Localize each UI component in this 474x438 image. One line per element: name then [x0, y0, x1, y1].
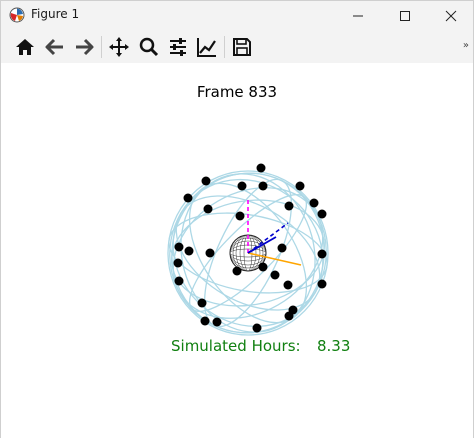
- back-button[interactable]: [41, 33, 69, 61]
- navigation-toolbar: »: [1, 30, 473, 64]
- satellite: [258, 181, 268, 191]
- simulated-hours-value: 8.33: [317, 337, 351, 355]
- toolbar-overflow-button[interactable]: »: [463, 40, 469, 51]
- satellite: [201, 176, 211, 186]
- satellite: [212, 317, 222, 327]
- window-title: Figure 1: [31, 7, 80, 21]
- toolbar-separator: [224, 36, 225, 58]
- satellite: [284, 201, 294, 211]
- sliders-icon: [167, 36, 189, 58]
- satellite: [232, 266, 242, 276]
- satellite: [256, 163, 266, 173]
- save-button[interactable]: [228, 33, 256, 61]
- satellite: [283, 280, 293, 290]
- satellite: [184, 246, 194, 256]
- arrow-right-icon: [73, 36, 95, 58]
- forward-button[interactable]: [70, 33, 98, 61]
- satellite: [309, 198, 319, 208]
- matplotlib-icon: [9, 7, 25, 23]
- satellite: [295, 181, 305, 191]
- satellite: [203, 204, 213, 214]
- satellite: [277, 243, 287, 253]
- toolbar-separator: [101, 36, 102, 58]
- figure-window: Figure 1 » Frame 833 Simulated Hours: 8.…: [0, 0, 474, 438]
- close-icon: [445, 10, 457, 22]
- minimize-button[interactable]: [335, 1, 381, 30]
- magnifier-icon: [138, 36, 160, 58]
- satellite: [235, 211, 245, 221]
- satellite: [205, 248, 215, 258]
- satellite: [173, 258, 183, 268]
- floppy-disk-icon: [231, 36, 253, 58]
- satellite: [174, 242, 184, 252]
- edit-axes-button[interactable]: [193, 33, 221, 61]
- maximize-button[interactable]: [382, 1, 428, 30]
- satellite: [317, 209, 327, 219]
- satellite: [197, 298, 207, 308]
- satellite: [317, 279, 327, 289]
- satellite: [174, 276, 184, 286]
- satellite: [237, 181, 247, 191]
- satellite: [258, 262, 268, 272]
- satellite: [200, 316, 210, 326]
- home-icon: [14, 36, 36, 58]
- home-button[interactable]: [11, 33, 39, 61]
- title-bar[interactable]: Figure 1: [1, 1, 473, 30]
- orbit-plot: [167, 163, 329, 336]
- zoom-button[interactable]: [135, 33, 163, 61]
- simulated-hours-label: Simulated Hours:: [171, 337, 301, 355]
- subplots-button[interactable]: [164, 33, 192, 61]
- line-chart-icon: [196, 36, 218, 58]
- move-icon: [108, 36, 130, 58]
- pan-button[interactable]: [105, 33, 133, 61]
- satellite: [183, 193, 193, 203]
- maximize-icon: [399, 10, 411, 22]
- satellite: [284, 311, 294, 321]
- frame-title: Frame 833: [196, 83, 278, 101]
- close-button[interactable]: [428, 1, 474, 30]
- figure-canvas[interactable]: Frame 833 Simulated Hours: 8.33: [1, 63, 473, 438]
- satellite: [270, 270, 280, 280]
- satellite: [317, 249, 327, 259]
- minimize-icon: [352, 10, 364, 22]
- arrow-left-icon: [44, 36, 66, 58]
- satellite: [252, 323, 262, 333]
